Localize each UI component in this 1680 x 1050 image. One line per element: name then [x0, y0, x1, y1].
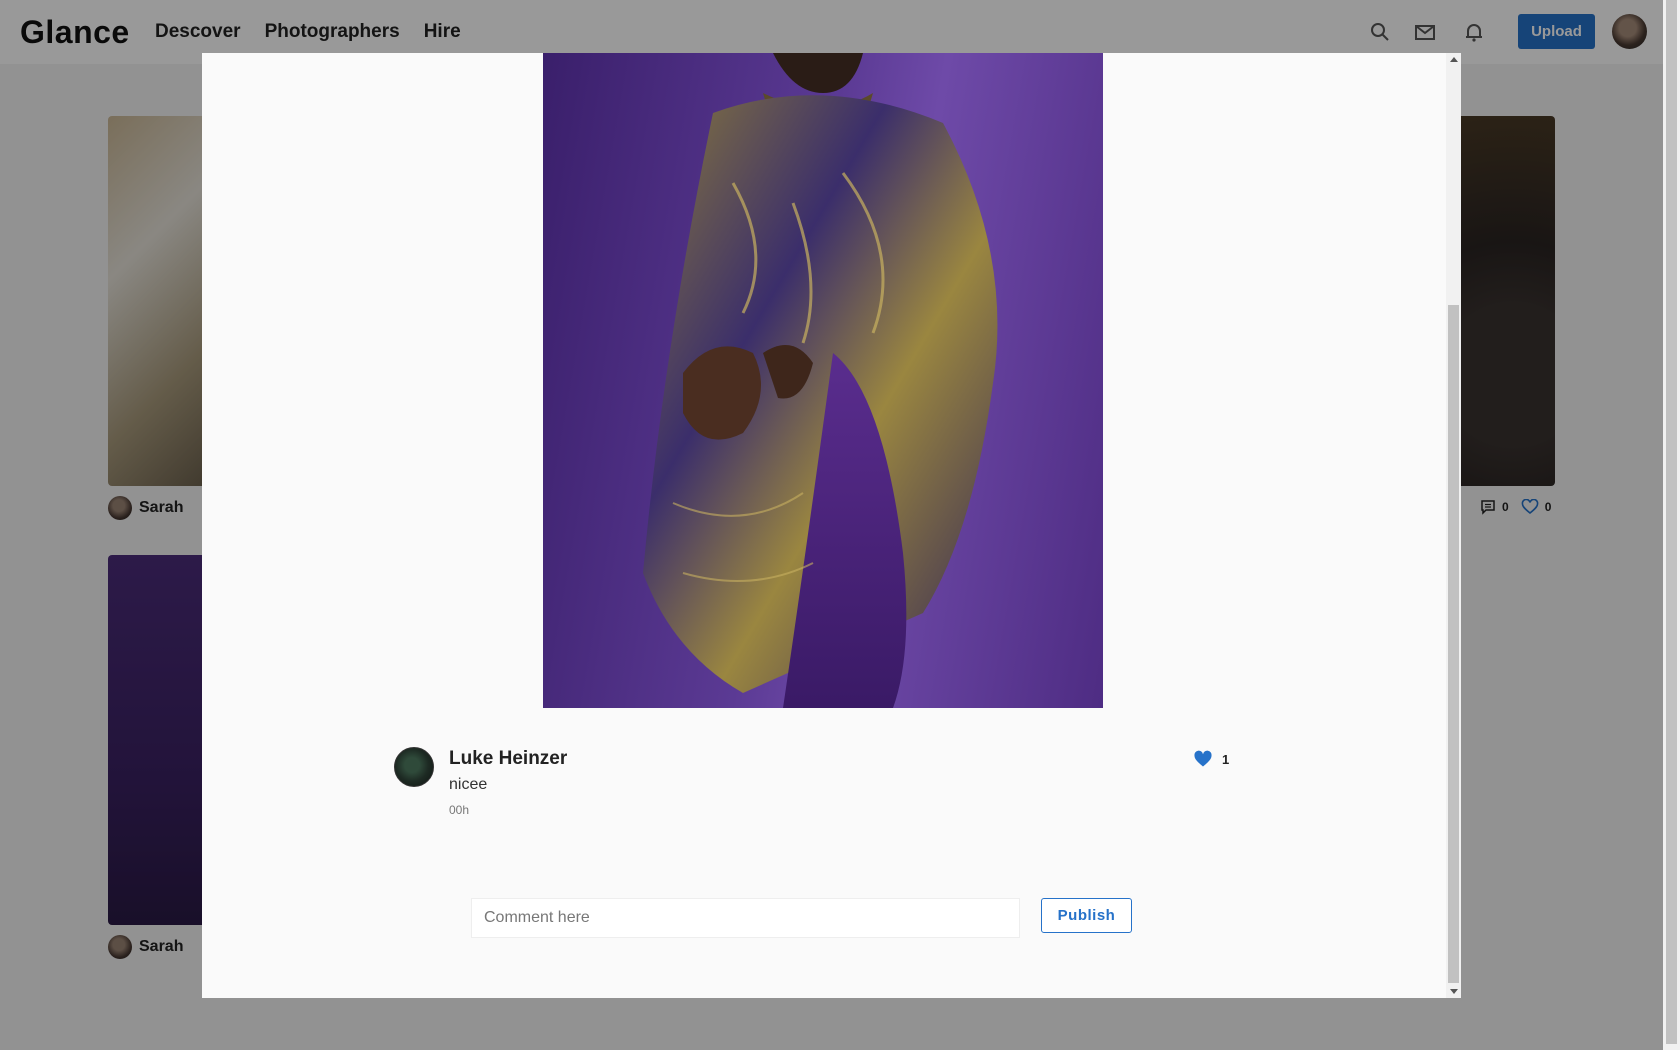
- like-count: 1: [1222, 751, 1230, 767]
- comment-timestamp: 00h: [449, 803, 470, 817]
- photo-modal: Luke Heinzer nicee 00h 1 Publish: [202, 53, 1461, 998]
- publish-button[interactable]: Publish: [1041, 898, 1132, 933]
- comment-input[interactable]: [471, 898, 1020, 938]
- heart-filled-icon[interactable]: [1193, 750, 1213, 768]
- page-scrollbar-thumb[interactable]: [1666, 0, 1677, 1044]
- modal-scrollbar-thumb[interactable]: [1448, 305, 1459, 983]
- comment-like[interactable]: 1: [1193, 750, 1229, 768]
- garment-illustration: [643, 53, 998, 708]
- avatar[interactable]: [394, 747, 434, 787]
- comment-item: Luke Heinzer nicee 00h 1: [394, 747, 1234, 827]
- comment-text: nicee: [449, 776, 488, 793]
- scroll-up-arrow-icon[interactable]: [1450, 57, 1458, 62]
- scroll-down-arrow-icon[interactable]: [1450, 989, 1458, 994]
- photo-image: [543, 53, 1103, 708]
- comment-author[interactable]: Luke Heinzer: [449, 748, 567, 770]
